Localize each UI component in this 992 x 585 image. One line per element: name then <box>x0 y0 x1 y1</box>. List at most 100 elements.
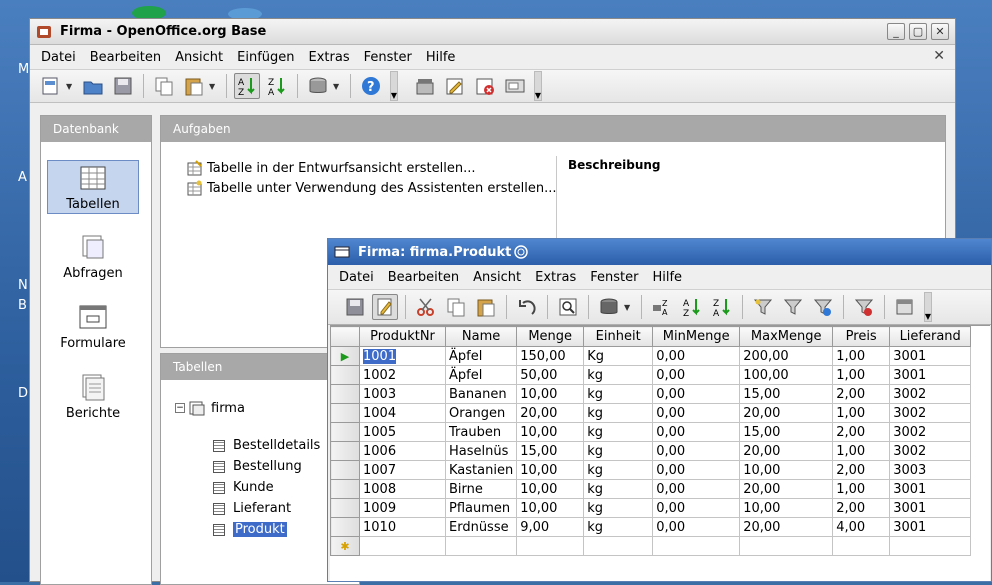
table-cell[interactable]: 100,00 <box>739 365 834 385</box>
menu-datei[interactable]: Datei <box>34 50 83 65</box>
table-cell[interactable]: 1009 <box>359 498 446 518</box>
new-document-button[interactable] <box>38 73 64 99</box>
table-cell[interactable]: 1008 <box>359 479 446 499</box>
table-cell[interactable]: 10,00 <box>516 422 585 442</box>
menu-einfuegen[interactable]: Einfügen <box>230 50 301 65</box>
tree-root-firma[interactable]: − firma <box>175 400 245 416</box>
sort-ascending-button[interactable]: AZ <box>234 73 260 99</box>
table-cell[interactable]: Haselnüs <box>444 441 518 461</box>
table-cell[interactable]: 3002 <box>889 403 972 423</box>
table-cell[interactable] <box>516 536 585 556</box>
chevron-down-icon[interactable]: ▼ <box>333 82 341 91</box>
paste-button[interactable] <box>473 294 499 320</box>
table-cell[interactable]: 3001 <box>889 365 972 385</box>
row-header[interactable] <box>330 517 360 537</box>
help-button[interactable]: ? <box>358 73 384 99</box>
table-cell[interactable]: 1,00 <box>832 479 891 499</box>
table-row[interactable]: 1002 Äpfel 50,00 kg 0,00 100,00 1,00 300… <box>330 365 972 385</box>
column-header-minmenge[interactable]: MinMenge <box>652 326 741 347</box>
table-cell[interactable]: 20,00 <box>739 403 834 423</box>
open-button[interactable] <box>80 73 106 99</box>
table-cell[interactable]: 0,00 <box>652 441 741 461</box>
row-header[interactable] <box>330 422 360 442</box>
current-row-indicator[interactable]: ▶ <box>330 346 360 366</box>
table-cell[interactable]: kg <box>583 403 654 423</box>
table-cell[interactable]: 15,00 <box>739 384 834 404</box>
db-item-abfragen[interactable]: Abfragen <box>47 230 139 284</box>
table-cell[interactable]: 2,00 <box>832 422 891 442</box>
table-cell[interactable]: 0,00 <box>652 422 741 442</box>
table-cell[interactable] <box>832 536 891 556</box>
table-cell[interactable] <box>359 536 446 556</box>
maximize-button[interactable]: ▢ <box>909 23 927 40</box>
table-cell[interactable]: kg <box>583 365 654 385</box>
task-create-design-view[interactable]: Tabelle in der Entwurfsansicht erstellen… <box>187 160 475 176</box>
menu-extras[interactable]: Extras <box>302 50 357 65</box>
menu-hilfe[interactable]: Hilfe <box>419 50 463 65</box>
menu-datei[interactable]: Datei <box>332 270 381 285</box>
row-header-corner[interactable] <box>330 326 360 347</box>
toolbar-overflow-icon[interactable]: ▼ <box>924 292 932 322</box>
table-row[interactable]: 1003 Bananen 10,00 kg 0,00 15,00 2,00 30… <box>330 384 972 404</box>
table-cell[interactable]: 3002 <box>889 384 972 404</box>
table-cell[interactable]: 3002 <box>889 441 972 461</box>
table-cell[interactable]: Äpfel <box>444 365 518 385</box>
paste-button[interactable] <box>181 73 207 99</box>
table-cell[interactable]: Trauben <box>444 422 518 442</box>
toolbar-overflow-icon[interactable]: ▼ <box>390 71 398 101</box>
table-cell[interactable]: kg <box>583 422 654 442</box>
sort-button[interactable]: ZA <box>649 294 675 320</box>
table-cell[interactable]: 1006 <box>359 441 446 461</box>
table-cell[interactable]: 0,00 <box>652 517 741 537</box>
table-cell[interactable]: 1007 <box>359 460 446 480</box>
table-cell[interactable]: 10,00 <box>516 498 585 518</box>
column-header-maxmenge[interactable]: MaxMenge <box>739 326 834 347</box>
table-cell[interactable] <box>889 536 972 556</box>
table-cell[interactable]: 0,00 <box>652 479 741 499</box>
tree-item-kunde[interactable]: Kunde <box>213 480 274 495</box>
save-record-button[interactable] <box>342 294 368 320</box>
table-cell[interactable]: Orangen <box>444 403 518 423</box>
db-item-formulare[interactable]: Formulare <box>47 300 139 354</box>
menu-extras[interactable]: Extras <box>528 270 583 285</box>
table-cell[interactable]: 10,00 <box>739 498 834 518</box>
data-source-button[interactable] <box>596 294 622 320</box>
table-cell[interactable]: 9,00 <box>516 517 585 537</box>
table-row[interactable]: 1009 Pflaumen 10,00 kg 0,00 10,00 2,00 3… <box>330 498 972 518</box>
new-record-row[interactable]: ✱ <box>330 536 972 556</box>
table-cell[interactable]: 3001 <box>889 498 972 518</box>
sort-ascending-button[interactable]: AZ <box>679 294 705 320</box>
table-row[interactable]: 1006 Haselnüs 15,00 kg 0,00 20,00 1,00 3… <box>330 441 972 461</box>
tree-item-bestelldetails[interactable]: Bestelldetails <box>213 438 320 453</box>
table-cell[interactable]: 3002 <box>889 422 972 442</box>
task-create-wizard[interactable]: Tabelle unter Verwendung des Assistenten… <box>187 180 556 196</box>
table-row[interactable]: 1008 Birne 10,00 kg 0,00 20,00 1,00 3001 <box>330 479 972 499</box>
table-cell[interactable]: 0,00 <box>652 384 741 404</box>
table-cell[interactable]: 150,00 <box>516 346 585 366</box>
table-cell[interactable]: 0,00 <box>652 346 741 366</box>
toolbar-overflow-icon[interactable]: ▼ <box>534 71 542 101</box>
table-cell[interactable]: 15,00 <box>516 441 585 461</box>
tree-item-produkt[interactable]: Produkt <box>213 522 287 537</box>
row-header[interactable] <box>330 498 360 518</box>
table-cell[interactable]: 3003 <box>889 460 972 480</box>
data-to-text-button[interactable] <box>892 294 918 320</box>
column-header-name[interactable]: Name <box>444 326 518 347</box>
menu-hilfe[interactable]: Hilfe <box>645 270 689 285</box>
table-cell[interactable]: 20,00 <box>516 403 585 423</box>
table-cell[interactable]: 1002 <box>359 365 446 385</box>
table-cell[interactable]: 3001 <box>889 346 972 366</box>
cut-button[interactable] <box>413 294 439 320</box>
new-row-indicator[interactable]: ✱ <box>330 536 360 556</box>
save-button[interactable] <box>110 73 136 99</box>
column-header-lieferand[interactable]: Lieferand <box>889 326 972 347</box>
table-cell[interactable]: 0,00 <box>652 403 741 423</box>
tree-item-bestellung[interactable]: Bestellung <box>213 459 302 474</box>
table-cell[interactable]: 1,00 <box>832 346 891 366</box>
menu-ansicht[interactable]: Ansicht <box>168 50 230 65</box>
row-header[interactable] <box>330 365 360 385</box>
table-cell[interactable]: Erdnüsse <box>444 517 518 537</box>
table-cell[interactable]: 1,00 <box>832 365 891 385</box>
table-cell[interactable]: 2,00 <box>832 498 891 518</box>
table-cell[interactable]: 15,00 <box>739 422 834 442</box>
